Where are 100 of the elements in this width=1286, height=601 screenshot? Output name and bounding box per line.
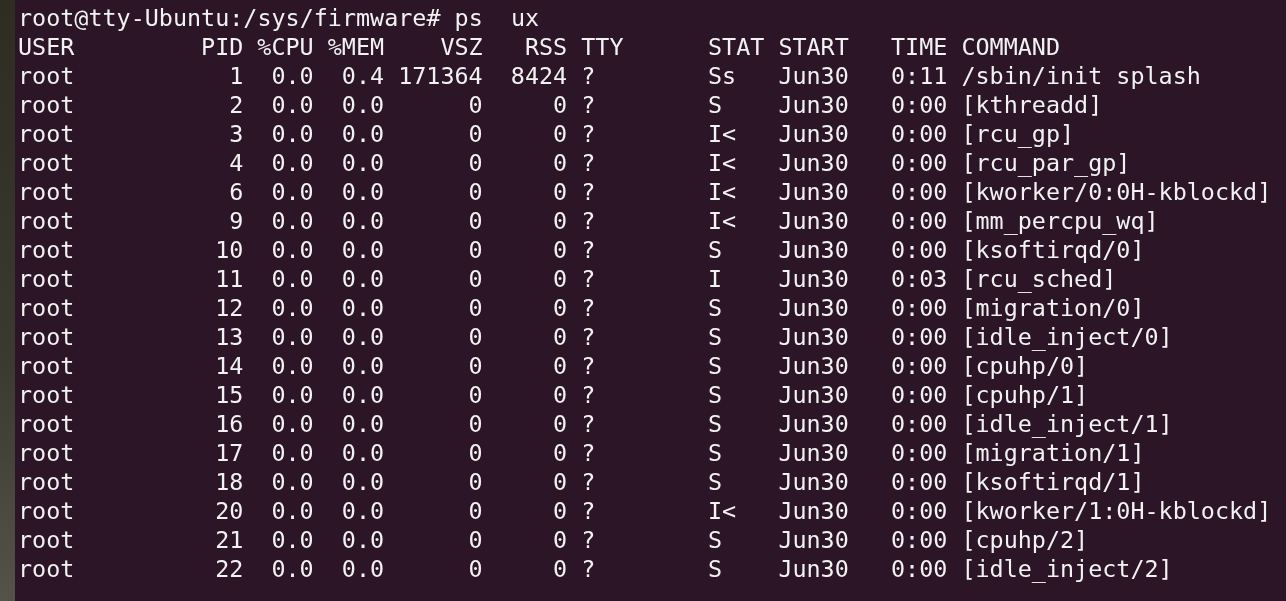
table-cell: 0.0 [271, 120, 314, 148]
table-cell: 0:00 [891, 207, 948, 235]
column-header: TTY [581, 33, 624, 61]
table-cell: 0 [468, 526, 483, 554]
table-cell: 0 [468, 468, 483, 496]
table-cell: S [707, 439, 723, 467]
table-cell: 0.0 [271, 294, 314, 322]
table-cell: 0.0 [271, 207, 314, 235]
table-cell: 171364 [398, 62, 483, 90]
table-cell: 0 [468, 178, 483, 206]
table-cell: S [707, 381, 723, 409]
table-cell: 0 [468, 323, 483, 351]
table-cell: 14 [215, 352, 244, 380]
table-cell: 22 [215, 555, 244, 583]
table-cell: 0.0 [341, 352, 385, 380]
table-cell: ? [581, 91, 596, 119]
table-cell: 0:00 [891, 178, 948, 206]
column-header: VSZ [440, 33, 483, 61]
table-cell: 0.0 [271, 352, 314, 380]
table-cell: S [707, 555, 723, 583]
table-cell: 0:00 [891, 439, 948, 467]
table-cell: S [707, 236, 723, 264]
table-cell: 0.0 [271, 555, 314, 583]
table-cell: 0.0 [271, 236, 314, 264]
table-cell: 0.0 [271, 323, 314, 351]
table-cell: [rcu_sched] [961, 265, 1117, 293]
column-header: RSS [524, 33, 568, 61]
table-cell: Jun30 [778, 294, 849, 322]
table-cell: I< [707, 178, 737, 206]
table-cell: 0:00 [891, 526, 948, 554]
table-cell: ? [581, 178, 596, 206]
table-cell: 0.0 [271, 468, 314, 496]
table-cell: 0.0 [341, 381, 385, 409]
table-cell: 11 [215, 265, 244, 293]
column-header: %MEM [327, 33, 385, 61]
table-cell: 0 [553, 468, 568, 496]
table-cell: 16 [215, 410, 244, 438]
table-cell: [migration/1] [961, 439, 1145, 467]
column-header: USER [18, 33, 75, 61]
table-cell: root [18, 497, 75, 525]
table-cell: root [18, 323, 75, 351]
table-cell: ? [581, 236, 596, 264]
table-cell: 0.0 [341, 236, 385, 264]
table-cell: 0:00 [891, 294, 948, 322]
table-cell: 0:00 [891, 91, 948, 119]
table-cell: ? [581, 439, 596, 467]
table-cell: root [18, 526, 75, 554]
table-cell: Jun30 [778, 265, 849, 293]
table-cell: 8424 [510, 62, 568, 90]
table-cell: 0 [468, 294, 483, 322]
table-cell: root [18, 381, 75, 409]
table-cell: I< [707, 120, 737, 148]
table-cell: Jun30 [778, 62, 849, 90]
table-cell: Ss [707, 62, 737, 90]
table-cell: 0 [468, 265, 483, 293]
table-cell: [migration/0] [961, 294, 1145, 322]
table-cell: ? [581, 555, 596, 583]
table-cell: 0.0 [341, 294, 385, 322]
table-cell: 1 [229, 62, 244, 90]
table-cell: ? [581, 323, 596, 351]
table-cell: 13 [215, 323, 244, 351]
table-cell: 0.0 [341, 468, 385, 496]
table-cell: 0 [468, 120, 483, 148]
table-cell: 15 [215, 381, 244, 409]
table-cell: root [18, 352, 75, 380]
table-cell: root [18, 265, 75, 293]
table-cell: 0 [553, 294, 568, 322]
table-cell: 9 [229, 207, 244, 235]
table-cell: ? [581, 468, 596, 496]
table-cell: 0 [468, 149, 483, 177]
table-cell: 0:00 [891, 236, 948, 264]
table-cell: root [18, 555, 75, 583]
table-cell: 0 [468, 555, 483, 583]
table-cell: I< [707, 149, 737, 177]
table-cell: root [18, 236, 75, 264]
table-cell: 0 [553, 381, 568, 409]
table-cell: S [707, 352, 723, 380]
table-cell: 0.0 [271, 410, 314, 438]
table-cell: 0.0 [341, 120, 385, 148]
table-cell: [kworker/0:0H-kblockd] [961, 178, 1272, 206]
table-cell: [cpuhp/1] [961, 381, 1089, 409]
table-cell: Jun30 [778, 120, 849, 148]
table-cell: 0 [468, 352, 483, 380]
table-cell: 0.0 [341, 149, 385, 177]
table-cell: [mm_percpu_wq] [961, 207, 1159, 235]
column-header: STAT [707, 33, 765, 61]
table-cell: ? [581, 381, 596, 409]
table-cell: [ksoftirqd/0] [961, 236, 1145, 264]
table-cell: 0.0 [341, 526, 385, 554]
table-cell: 0.0 [271, 381, 314, 409]
table-cell: Jun30 [778, 149, 849, 177]
table-cell: 0.0 [271, 265, 314, 293]
table-cell: ? [581, 497, 596, 525]
table-cell: 0.0 [341, 439, 385, 467]
table-cell: 0:00 [891, 120, 948, 148]
table-cell: root [18, 91, 75, 119]
table-cell: 0 [468, 497, 483, 525]
table-cell: root [18, 178, 75, 206]
table-cell: 0.0 [271, 526, 314, 554]
command-prompt: root@tty-Ubuntu:/sys/firmware# ps ux [18, 4, 540, 32]
